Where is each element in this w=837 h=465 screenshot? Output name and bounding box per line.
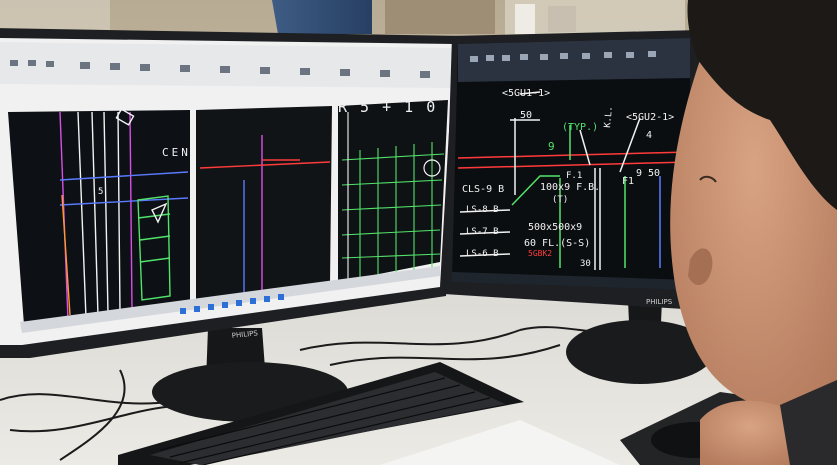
left-cad-viewport-1 <box>8 110 190 325</box>
cad-f1-mid: F.1 <box>566 171 582 181</box>
cad-dim-30: 30 <box>580 259 591 269</box>
scene-svg: 5 CEN R 5 + 1 0 0 0 PHILIPS <5GU1-1> <5G… <box>0 0 837 465</box>
left-cad-viewport-2 <box>196 106 332 302</box>
cad-ls6: LS-6 B <box>466 249 499 259</box>
cad-typ: (TYP.) <box>562 122 598 133</box>
cad-gbk: 5GBK2 <box>528 249 552 258</box>
wall-poster <box>515 4 535 34</box>
cad-dim-9-50: 9 50 <box>636 168 660 179</box>
cad-cls: CLS-9 B <box>462 184 504 195</box>
photo-scene: 5 CEN R 5 + 1 0 0 0 PHILIPS <5GU1-1> <5G… <box>0 0 837 465</box>
cad-dim-9: 9 <box>548 140 555 153</box>
left-cad-label-cen: CEN <box>162 146 191 159</box>
cad-ls7: LS-7 B <box>466 227 499 237</box>
cad-f1-right: F1 <box>622 176 634 187</box>
cad-tag-5gu2: <5GU2-1> <box>626 112 674 123</box>
left-cad-ribbon <box>0 42 453 88</box>
right-monitor-brand: PHILIPS <box>646 298 673 306</box>
cad-tag-5gu1: <5GU1-1> <box>502 88 550 99</box>
cad-kl: K.L. <box>603 106 615 128</box>
cad-fb: 100x9 F.B. <box>540 182 600 193</box>
wall-frame <box>548 6 576 32</box>
cad-dim-50: 50 <box>520 110 532 121</box>
cad-fl: 60 FL.(S-S) <box>524 238 590 249</box>
background-person <box>272 0 372 34</box>
background-shelf <box>385 0 495 34</box>
cad-dim-500: 500x500x9 <box>528 222 582 233</box>
cad-t: (T) <box>552 195 568 205</box>
left-cad-number: 5 <box>98 187 103 197</box>
cad-ls8: LS-8 B <box>466 205 499 215</box>
cad-dim-4: 4 <box>646 130 652 141</box>
